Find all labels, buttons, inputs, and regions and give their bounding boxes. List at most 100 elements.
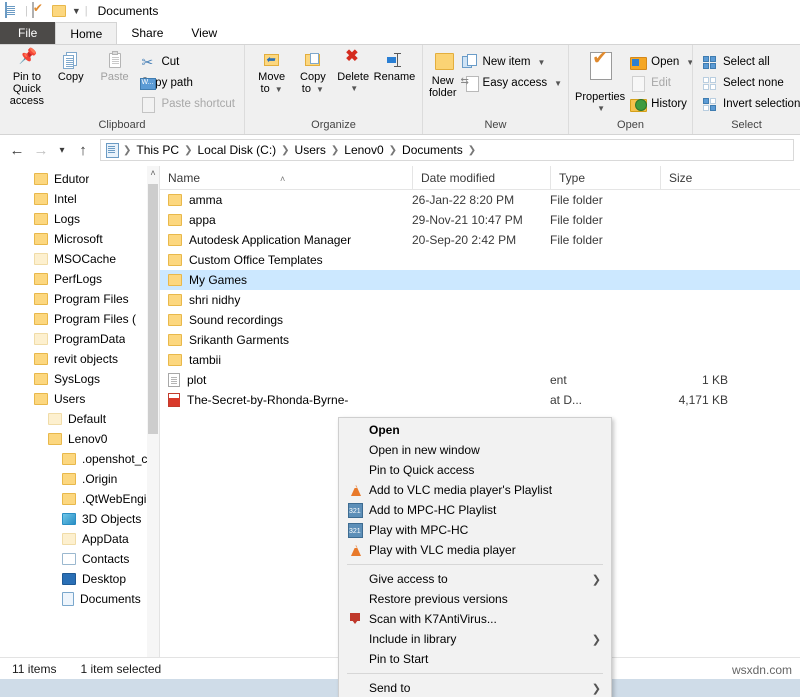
breadcrumb-this-pc[interactable]: This PC: [133, 143, 182, 157]
table-row[interactable]: My Games: [160, 270, 800, 290]
menu-item-scan-with-k7antivirus[interactable]: Scan with K7AntiVirus...: [339, 609, 611, 629]
breadcrumb-sep-5[interactable]: ❯: [468, 145, 476, 156]
column-header-type[interactable]: Type: [550, 166, 660, 190]
table-row[interactable]: Custom Office Templates: [160, 250, 800, 270]
scrollbar-thumb[interactable]: [148, 184, 158, 434]
breadcrumb-sep-2[interactable]: ❯: [281, 145, 289, 156]
select-none-button[interactable]: Select none: [699, 74, 800, 92]
menu-item-open[interactable]: Open: [339, 420, 611, 440]
tree-item-microsoft[interactable]: Microsoft: [0, 229, 159, 249]
table-row[interactable]: shri nidhy: [160, 290, 800, 310]
tree-item-3d-objects[interactable]: 3D Objects: [0, 509, 159, 529]
table-row[interactable]: tambii: [160, 350, 800, 370]
tree-item-origin[interactable]: .Origin: [0, 469, 159, 489]
breadcrumb-sep-1[interactable]: ❯: [184, 145, 192, 156]
breadcrumb-sep-3[interactable]: ❯: [331, 145, 339, 156]
pin-to-quick-access-button[interactable]: Pin to Quick access: [6, 49, 48, 107]
recent-locations-icon[interactable]: ▾: [54, 139, 70, 161]
tab-file[interactable]: File: [0, 22, 56, 44]
tree-item-syslogs[interactable]: SysLogs: [0, 369, 159, 389]
tree-item-openshot-c[interactable]: .openshot_c: [0, 449, 159, 469]
table-row[interactable]: appa 29-Nov-21 10:47 PM File folder: [160, 210, 800, 230]
open-button[interactable]: Open ▼: [627, 53, 697, 71]
tree-item-qtwebengi[interactable]: .QtWebEngi: [0, 489, 159, 509]
tree-item-revit-objects[interactable]: revit objects: [0, 349, 159, 369]
tab-home[interactable]: Home: [55, 22, 118, 44]
table-row[interactable]: Autodesk Application Manager 20-Sep-20 2:…: [160, 230, 800, 250]
menu-item-send-to[interactable]: Send to ❯: [339, 678, 611, 697]
tree-item-edutor[interactable]: Edutor: [0, 169, 159, 189]
breadcrumb-documents[interactable]: Documents: [399, 143, 466, 157]
column-header-date-modified[interactable]: Date modified: [412, 166, 550, 190]
tree-item-users[interactable]: Users: [0, 389, 159, 409]
nav-pane-scrollbar[interactable]: ˄ ˅: [147, 166, 159, 667]
back-arrow-icon[interactable]: ←: [6, 139, 28, 161]
new-folder-button[interactable]: New folder: [429, 49, 457, 99]
up-arrow-icon[interactable]: ↑: [72, 139, 94, 161]
address-field[interactable]: ❯ This PC ❯ Local Disk (C:) ❯ Users ❯ Le…: [100, 139, 794, 161]
menu-item-give-access-to[interactable]: Give access to ❯: [339, 569, 611, 589]
tab-share[interactable]: Share: [117, 22, 177, 44]
context-menu[interactable]: Open Open in new window Pin to Quick acces…: [338, 417, 612, 697]
new-item-caret-icon[interactable]: ▼: [537, 58, 545, 67]
easy-access-caret-icon[interactable]: ▼: [554, 79, 562, 88]
save-icon[interactable]: [5, 2, 21, 19]
column-header-size[interactable]: Size: [660, 166, 738, 190]
copy-button[interactable]: Copy: [50, 49, 92, 83]
table-row[interactable]: amma 26-Jan-22 8:20 PM File folder: [160, 190, 800, 210]
navigation-pane[interactable]: Edutor Intel Logs Microsoft MSOCache PerfLogs…: [0, 166, 160, 667]
menu-item-pin-to-start[interactable]: Pin to Start: [339, 649, 611, 669]
copy-to-button[interactable]: Copy to ▼: [292, 49, 333, 96]
invert-selection-button[interactable]: Invert selection: [699, 95, 800, 113]
copy-path-button[interactable]: Copy path: [137, 74, 238, 92]
new-item-button[interactable]: New item ▼: [459, 53, 565, 71]
easy-access-button[interactable]: Easy access ▼: [459, 74, 565, 92]
tree-item-documents[interactable]: Documents: [0, 589, 159, 609]
menu-item-play-with-mpc-hc[interactable]: Play with MPC-HC: [339, 520, 611, 540]
properties-caret-icon[interactable]: ▼: [597, 103, 605, 115]
tree-item-program-files[interactable]: Program Files (: [0, 309, 159, 329]
delete-button[interactable]: Delete ▼: [334, 49, 373, 95]
table-row[interactable]: Sound recordings: [160, 310, 800, 330]
tree-item-desktop[interactable]: Desktop: [0, 569, 159, 589]
select-all-button[interactable]: Select all: [699, 53, 800, 71]
tree-item-program-files[interactable]: Program Files: [0, 289, 159, 309]
tree-item-lenov0[interactable]: Lenov0: [0, 429, 159, 449]
breadcrumb-users[interactable]: Users: [292, 143, 329, 157]
tree-item-logs[interactable]: Logs: [0, 209, 159, 229]
tab-view[interactable]: View: [177, 22, 231, 44]
edit-button[interactable]: Edit: [627, 74, 697, 92]
table-row[interactable]: Srikanth Garments: [160, 330, 800, 350]
paste-shortcut-button[interactable]: Paste shortcut: [137, 95, 238, 113]
table-row[interactable]: plot ent 1 KB: [160, 370, 800, 390]
move-to-button[interactable]: ⬅ Move to ▼: [251, 49, 292, 96]
new-folder-icon[interactable]: [51, 3, 68, 19]
menu-item-restore-previous-versions[interactable]: Restore previous versions: [339, 589, 611, 609]
forward-arrow-icon[interactable]: →: [30, 139, 52, 161]
tree-item-appdata[interactable]: AppData: [0, 529, 159, 549]
paste-button[interactable]: Paste: [94, 49, 136, 83]
menu-item-add-to-mpc-hc-playlist[interactable]: Add to MPC-HC Playlist: [339, 500, 611, 520]
delete-caret-icon[interactable]: ▼: [350, 83, 358, 95]
breadcrumb-lenov0[interactable]: Lenov0: [341, 143, 386, 157]
column-header-name[interactable]: Name ˄: [160, 166, 412, 190]
rename-button[interactable]: Rename: [373, 49, 416, 83]
breadcrumb-local-disk[interactable]: Local Disk (C:): [194, 143, 279, 157]
cut-button[interactable]: Cut: [137, 53, 238, 71]
tree-item-msocache[interactable]: MSOCache: [0, 249, 159, 269]
scroll-up-icon[interactable]: ˄: [147, 166, 159, 180]
menu-item-open-in-new-window[interactable]: Open in new window: [339, 440, 611, 460]
properties-button[interactable]: Properties ▼: [575, 49, 625, 115]
table-row[interactable]: The-Secret-by-Rhonda-Byrne-at D... 4,171 …: [160, 390, 800, 410]
properties-icon[interactable]: [31, 2, 48, 19]
tree-item-default[interactable]: Default: [0, 409, 159, 429]
tree-item-contacts[interactable]: Contacts: [0, 549, 159, 569]
tree-item-intel[interactable]: Intel: [0, 189, 159, 209]
menu-item-play-with-vlc-media-player[interactable]: Play with VLC media player: [339, 540, 611, 560]
tree-item-programdata[interactable]: ProgramData: [0, 329, 159, 349]
breadcrumb-sep-4[interactable]: ❯: [389, 145, 397, 156]
menu-item-include-in-library[interactable]: Include in library ❯: [339, 629, 611, 649]
history-button[interactable]: History: [627, 95, 697, 113]
tree-item-perflogs[interactable]: PerfLogs: [0, 269, 159, 289]
menu-item-pin-to-quick-access[interactable]: Pin to Quick access: [339, 460, 611, 480]
